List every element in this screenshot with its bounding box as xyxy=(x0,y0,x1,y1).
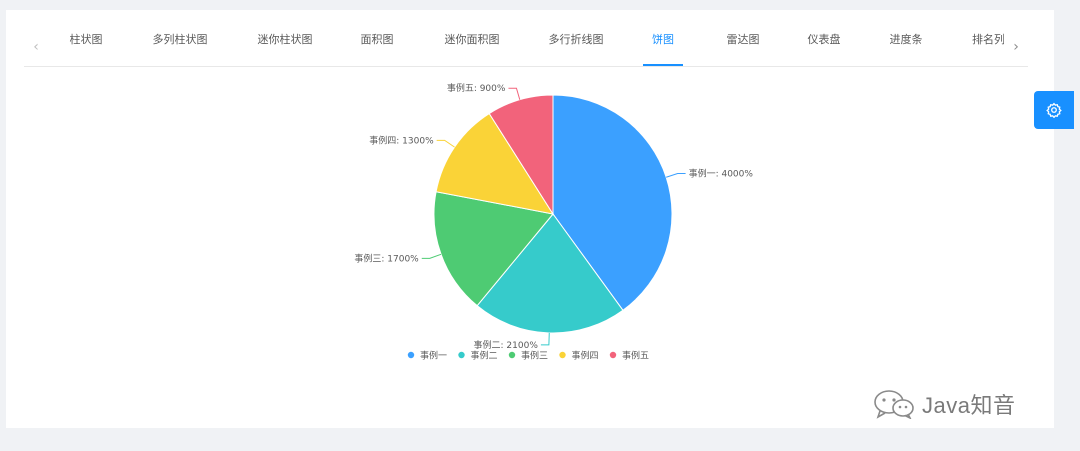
legend-label[interactable]: 事例一 xyxy=(420,350,447,362)
slice-leader-line xyxy=(508,87,521,100)
legend-label[interactable]: 事例五 xyxy=(622,350,649,362)
legend-label[interactable]: 事例三 xyxy=(521,350,548,362)
legend-marker[interactable] xyxy=(559,351,566,359)
watermark: Java知音 xyxy=(872,385,1015,423)
slice-label: 事例四: 1300% xyxy=(369,134,434,146)
legend-marker[interactable] xyxy=(609,351,617,359)
legend-marker[interactable] xyxy=(508,351,516,359)
slice-leader-line xyxy=(666,173,686,178)
watermark-text: Java知音 xyxy=(922,393,1016,418)
legend-marker[interactable] xyxy=(407,351,415,359)
legend-label[interactable]: 事例四 xyxy=(572,350,599,362)
slice-leader-line xyxy=(436,139,455,148)
wechat-icon xyxy=(874,390,914,419)
slice-leader-line xyxy=(540,332,550,346)
slice-leader-line xyxy=(421,253,442,259)
slice-label: 事例一: 4000% xyxy=(689,168,754,180)
pie-chart: 事例一: 4000% 事例二: 2100% 事例三: 1700% 事例四: 1300%… xyxy=(354,82,754,362)
legend-label[interactable]: 事例二 xyxy=(471,350,498,362)
slice-label: 事例三: 1700% xyxy=(354,252,419,264)
legend-marker[interactable] xyxy=(458,351,465,359)
slice-label: 事例五: 900% xyxy=(447,82,506,94)
slice-label: 事例二: 2100% xyxy=(474,339,539,351)
